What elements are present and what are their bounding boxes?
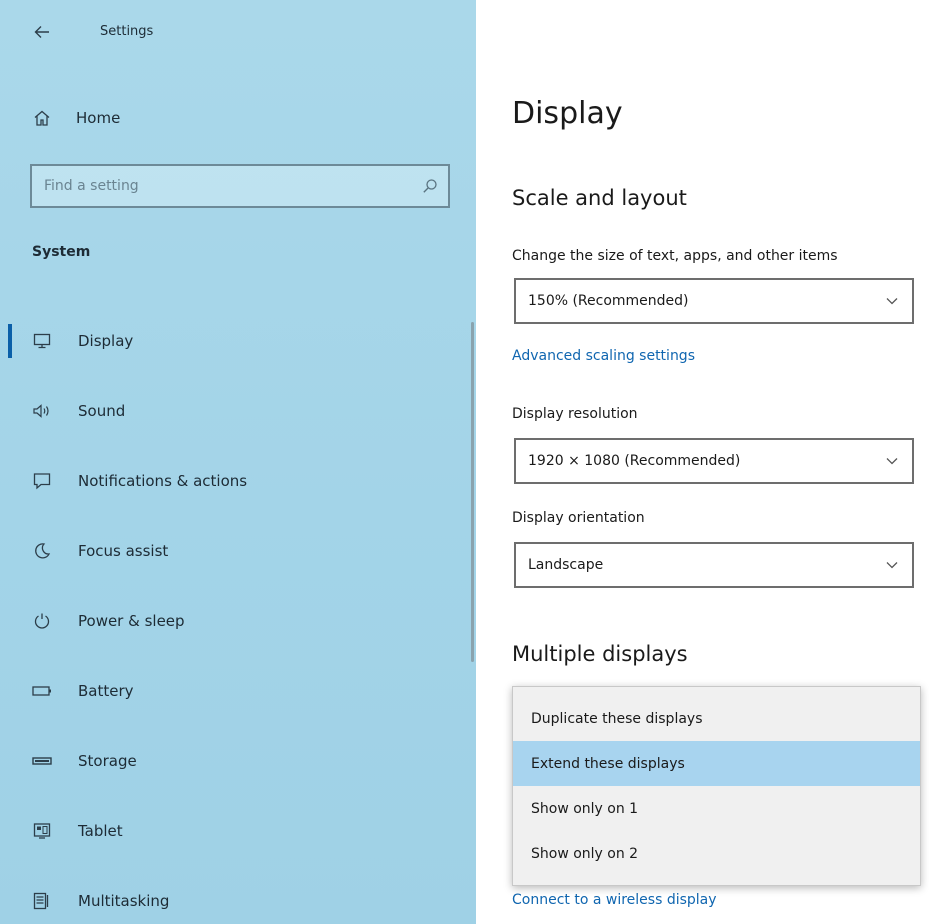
monitor-icon	[22, 333, 62, 349]
sidebar-item-label: Power & sleep	[78, 612, 185, 630]
advanced-scaling-link[interactable]: Advanced scaling settings	[512, 348, 695, 364]
resolution-dropdown-value: 1920 × 1080 (Recommended)	[528, 453, 741, 469]
orientation-dropdown[interactable]: Landscape	[514, 542, 914, 588]
sidebar-item-label: Display	[78, 332, 134, 350]
option-show-only-2[interactable]: Show only on 2	[513, 831, 920, 876]
scale-label: Change the size of text, apps, and other…	[512, 248, 838, 264]
search-input[interactable]	[32, 178, 412, 194]
chevron-down-icon	[872, 457, 912, 465]
sidebar-item-multitasking[interactable]: Multitasking	[0, 866, 476, 924]
home-icon	[22, 109, 62, 127]
sidebar-item-label: Home	[76, 109, 121, 127]
sidebar-item-label: Focus assist	[78, 542, 169, 560]
sidebar-item-home[interactable]: Home	[22, 98, 452, 138]
sidebar-item-label: Notifications & actions	[78, 472, 248, 490]
moon-icon	[22, 542, 62, 560]
notification-icon	[22, 472, 62, 490]
option-extend-displays[interactable]: Extend these displays	[513, 741, 920, 786]
page-title: Display	[512, 96, 623, 131]
storage-icon	[22, 756, 62, 766]
option-duplicate-displays[interactable]: Duplicate these displays	[513, 696, 920, 741]
sidebar-item-label: Storage	[78, 752, 137, 770]
scale-dropdown[interactable]: 150% (Recommended)	[514, 278, 914, 324]
chevron-down-icon	[872, 561, 912, 569]
sidebar-scrollbar[interactable]	[471, 322, 474, 662]
orientation-dropdown-value: Landscape	[528, 557, 604, 573]
sidebar-item-sound[interactable]: Sound	[0, 376, 476, 446]
sidebar-item-label: Multitasking	[78, 892, 170, 910]
wireless-display-link[interactable]: Connect to a wireless display	[512, 892, 717, 908]
power-icon	[22, 612, 62, 630]
tablet-icon	[22, 822, 62, 840]
multiple-displays-dropdown-list: Duplicate these displays Extend these di…	[512, 686, 921, 886]
sidebar-nav: Display Sound Notifications & actions Fo…	[0, 306, 476, 924]
multitasking-icon	[22, 892, 62, 910]
title-bar: Settings	[0, 0, 476, 66]
sidebar-item-battery[interactable]: Battery	[0, 656, 476, 726]
sidebar-item-power-sleep[interactable]: Power & sleep	[0, 586, 476, 656]
sidebar-item-label: Sound	[78, 402, 126, 420]
section-title-scale-layout: Scale and layout	[512, 186, 687, 210]
option-show-only-1[interactable]: Show only on 1	[513, 786, 920, 831]
sidebar: Settings Home System Displa	[0, 0, 476, 924]
sidebar-item-display[interactable]: Display	[0, 306, 476, 376]
speaker-icon	[22, 403, 62, 419]
chevron-down-icon	[872, 297, 912, 305]
sidebar-item-label: Battery	[78, 682, 134, 700]
main-content: Display Scale and layout Change the size…	[476, 0, 929, 924]
resolution-dropdown[interactable]: 1920 × 1080 (Recommended)	[514, 438, 914, 484]
section-title-multiple-displays: Multiple displays	[512, 642, 688, 666]
search-box[interactable]	[30, 164, 450, 208]
sidebar-item-focus-assist[interactable]: Focus assist	[0, 516, 476, 586]
scale-dropdown-value: 150% (Recommended)	[528, 293, 689, 309]
sidebar-item-tablet[interactable]: Tablet	[0, 796, 476, 866]
app-title: Settings	[100, 24, 154, 39]
sidebar-item-label: Tablet	[78, 822, 123, 840]
sidebar-item-notifications[interactable]: Notifications & actions	[0, 446, 476, 516]
orientation-label: Display orientation	[512, 510, 645, 526]
back-button[interactable]	[26, 18, 58, 46]
resolution-label: Display resolution	[512, 406, 638, 422]
sidebar-item-storage[interactable]: Storage	[0, 726, 476, 796]
arrow-left-icon	[34, 26, 49, 38]
battery-icon	[22, 685, 62, 697]
search-icon[interactable]	[412, 178, 448, 194]
section-label-system: System	[32, 244, 91, 260]
